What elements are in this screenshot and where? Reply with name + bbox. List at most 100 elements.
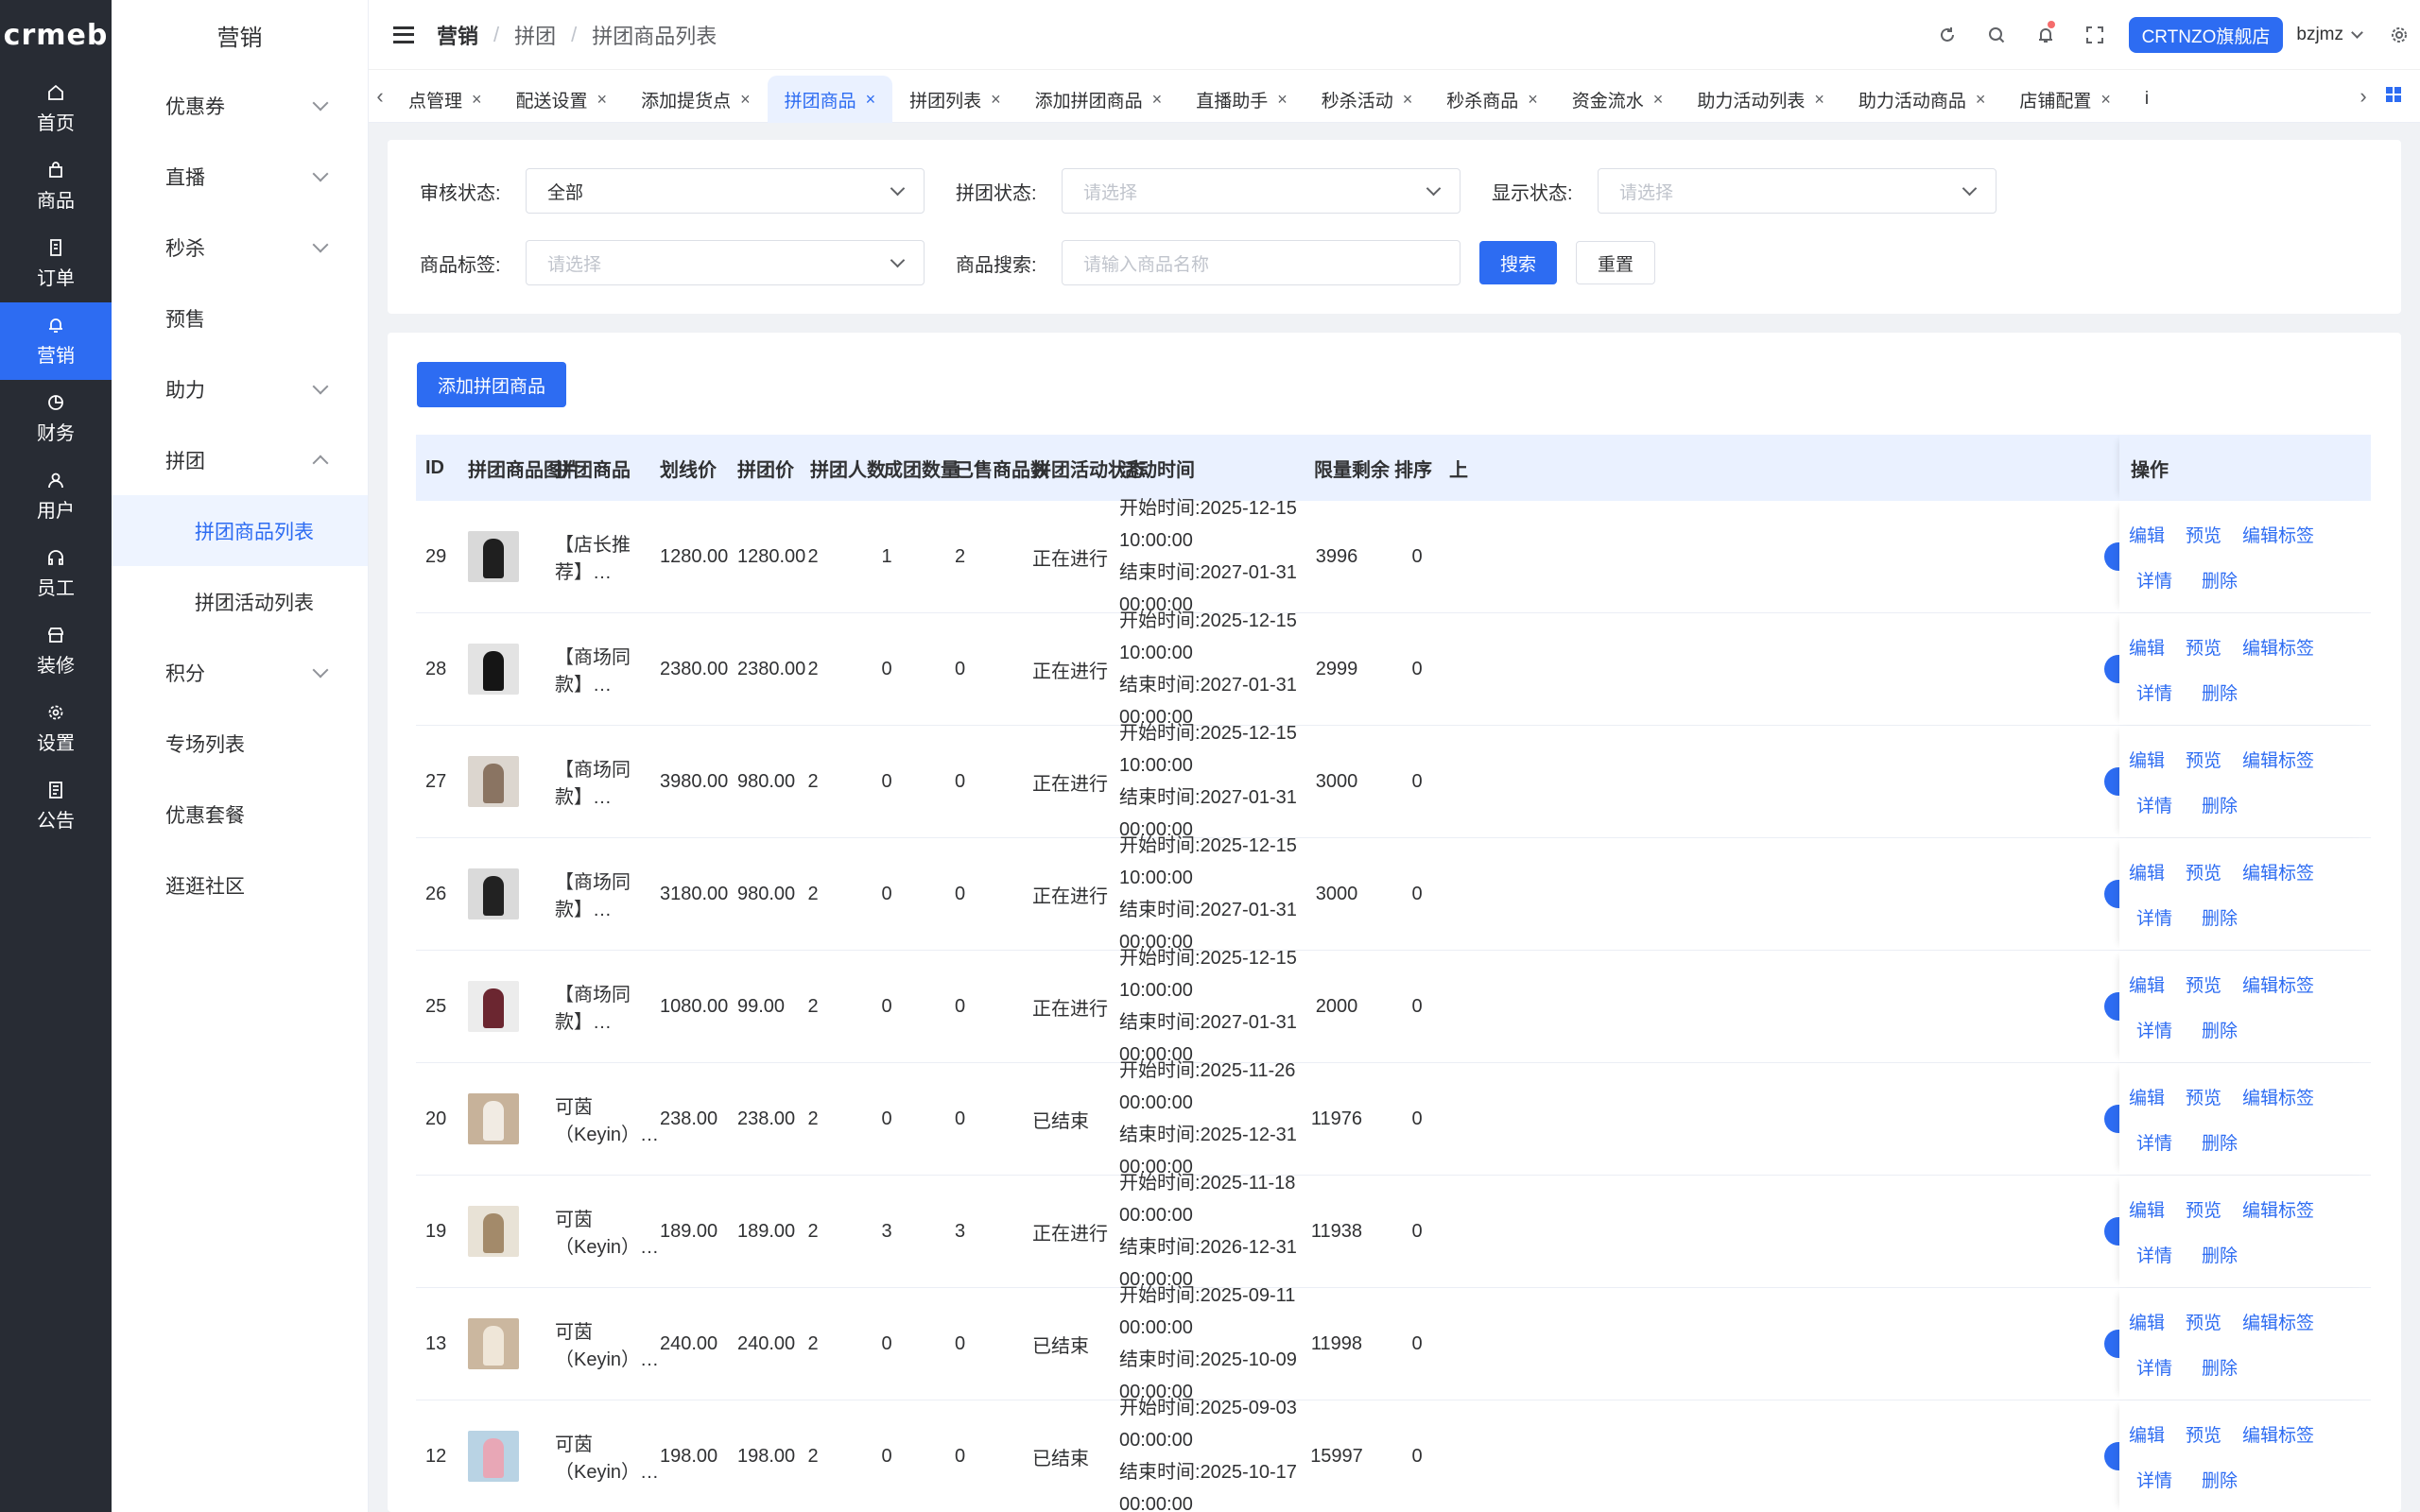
menu-item[interactable]: 直播 xyxy=(112,141,368,212)
tabs-scroll-left-icon[interactable]: ‹ xyxy=(369,70,391,123)
product-thumbnail[interactable] xyxy=(468,1431,519,1482)
menu-item[interactable]: 优惠券 xyxy=(112,70,368,141)
action-link[interactable]: 详情 xyxy=(2136,567,2172,593)
search-button[interactable]: 搜索 xyxy=(1479,241,1558,284)
action-link[interactable]: 详情 xyxy=(2136,679,2172,705)
action-link[interactable]: 详情 xyxy=(2136,1129,2172,1155)
listing-toggle[interactable] xyxy=(2104,1442,2119,1470)
action-link[interactable]: 详情 xyxy=(2136,1017,2172,1042)
page-tab[interactable]: 添加拼团商品 × xyxy=(1018,76,1180,123)
page-tab[interactable]: 秒杀商品 × xyxy=(1429,76,1555,123)
action-link[interactable]: 编辑标签 xyxy=(2242,1309,2314,1334)
action-link[interactable]: 编辑标签 xyxy=(2242,1084,2314,1109)
action-link[interactable]: 编辑标签 xyxy=(2242,1196,2314,1222)
display-status-select[interactable]: 请选择 xyxy=(1598,168,1996,214)
action-link[interactable]: 预览 xyxy=(2186,747,2221,772)
rail-item-1[interactable]: 首页 xyxy=(0,70,112,147)
action-link[interactable]: 预览 xyxy=(2186,522,2221,547)
rail-item-6[interactable]: 用户 xyxy=(0,457,112,535)
listing-toggle[interactable] xyxy=(2104,1217,2119,1246)
tabs-menu-grid-icon[interactable] xyxy=(2386,87,2401,102)
close-icon[interactable]: × xyxy=(1277,90,1288,110)
collapse-menu-icon[interactable] xyxy=(393,26,414,43)
refresh-icon[interactable] xyxy=(1923,0,1972,70)
close-icon[interactable]: × xyxy=(2100,90,2111,110)
action-link[interactable]: 编辑 xyxy=(2129,1309,2165,1334)
rail-item-9[interactable]: 设置 xyxy=(0,690,112,767)
action-link[interactable]: 编辑标签 xyxy=(2242,522,2314,547)
close-icon[interactable]: × xyxy=(866,90,876,110)
submenu-item[interactable]: 拼团活动列表 xyxy=(112,566,368,637)
listing-toggle[interactable] xyxy=(2104,992,2119,1021)
close-icon[interactable]: × xyxy=(1528,90,1538,110)
action-link[interactable]: 删除 xyxy=(2202,1017,2238,1042)
page-tab[interactable]: 拼团商品 × xyxy=(767,76,893,123)
action-link[interactable]: 预览 xyxy=(2186,1196,2221,1222)
action-link[interactable]: 编辑 xyxy=(2129,634,2165,660)
close-icon[interactable]: × xyxy=(1976,90,1986,110)
page-tab[interactable]: 资金流水 × xyxy=(1555,76,1681,123)
product-tag-select[interactable]: 请选择 xyxy=(526,240,925,285)
submenu-item[interactable]: 拼团商品列表 xyxy=(112,495,368,566)
action-link[interactable]: 编辑 xyxy=(2129,747,2165,772)
action-link[interactable]: 编辑 xyxy=(2129,522,2165,547)
action-link[interactable]: 预览 xyxy=(2186,1421,2221,1447)
close-icon[interactable]: × xyxy=(472,90,482,110)
listing-toggle[interactable] xyxy=(2104,1330,2119,1358)
action-link[interactable]: 删除 xyxy=(2202,1242,2238,1267)
action-link[interactable]: 编辑 xyxy=(2129,971,2165,997)
product-thumbnail[interactable] xyxy=(468,981,519,1032)
store-switch-button[interactable]: CRTNZO旗舰店 xyxy=(2128,17,2284,53)
fullscreen-icon[interactable] xyxy=(2070,0,2119,70)
action-link[interactable]: 删除 xyxy=(2202,1129,2238,1155)
menu-item[interactable]: 秒杀 xyxy=(112,212,368,283)
breadcrumb-item[interactable]: 营销 xyxy=(437,20,478,50)
page-tab[interactable]: 助力活动商品 × xyxy=(1841,76,2003,123)
product-thumbnail[interactable] xyxy=(468,531,519,582)
action-link[interactable]: 编辑标签 xyxy=(2242,634,2314,660)
product-thumbnail[interactable] xyxy=(468,756,519,807)
action-link[interactable]: 编辑标签 xyxy=(2242,1421,2314,1447)
action-link[interactable]: 编辑标签 xyxy=(2242,747,2314,772)
rail-item-3[interactable]: 订单 xyxy=(0,225,112,302)
page-tab[interactable]: 添加提货点 × xyxy=(624,76,768,123)
listing-toggle[interactable] xyxy=(2104,655,2119,683)
action-link[interactable]: 删除 xyxy=(2202,792,2238,817)
listing-toggle[interactable] xyxy=(2104,767,2119,796)
rail-item-2[interactable]: 商品 xyxy=(0,147,112,225)
action-link[interactable]: 预览 xyxy=(2186,634,2221,660)
product-thumbnail[interactable] xyxy=(468,1093,519,1144)
menu-item[interactable]: 积分 xyxy=(112,637,368,708)
action-link[interactable]: 编辑 xyxy=(2129,1196,2165,1222)
notification-bell-icon[interactable] xyxy=(2021,0,2070,70)
page-tab[interactable]: 助力活动列表 × xyxy=(1680,76,1841,123)
action-link[interactable]: 编辑 xyxy=(2129,859,2165,885)
menu-item[interactable]: 拼团 xyxy=(112,424,368,495)
rail-item-4[interactable]: 营销 xyxy=(0,302,112,380)
page-tab[interactable]: 配送设置 × xyxy=(499,76,625,123)
listing-toggle[interactable] xyxy=(2104,1105,2119,1133)
action-link[interactable]: 详情 xyxy=(2136,904,2172,930)
menu-item[interactable]: 助力 xyxy=(112,353,368,424)
menu-item[interactable]: 优惠套餐 xyxy=(112,779,368,850)
product-search-input[interactable]: 请输入商品名称 xyxy=(1062,240,1461,285)
action-link[interactable]: 编辑 xyxy=(2129,1421,2165,1447)
add-group-product-button[interactable]: 添加拼团商品 xyxy=(417,362,567,407)
action-link[interactable]: 详情 xyxy=(2136,1467,2172,1492)
listing-toggle[interactable] xyxy=(2104,542,2119,571)
product-thumbnail[interactable] xyxy=(468,868,519,919)
action-link[interactable]: 删除 xyxy=(2202,904,2238,930)
action-link[interactable]: 编辑标签 xyxy=(2242,859,2314,885)
action-link[interactable]: 预览 xyxy=(2186,1309,2221,1334)
action-link[interactable]: 删除 xyxy=(2202,567,2238,593)
rail-item-7[interactable]: 员工 xyxy=(0,535,112,612)
close-icon[interactable]: × xyxy=(1814,90,1824,110)
rail-item-10[interactable]: 公告 xyxy=(0,767,112,845)
action-link[interactable]: 删除 xyxy=(2202,1467,2238,1492)
action-link[interactable]: 预览 xyxy=(2186,971,2221,997)
page-tab[interactable]: 点管理 × xyxy=(391,76,499,123)
page-tab[interactable]: i xyxy=(2128,76,2166,123)
action-link[interactable]: 预览 xyxy=(2186,1084,2221,1109)
menu-item[interactable]: 预售 xyxy=(112,283,368,353)
rail-item-5[interactable]: 财务 xyxy=(0,380,112,457)
